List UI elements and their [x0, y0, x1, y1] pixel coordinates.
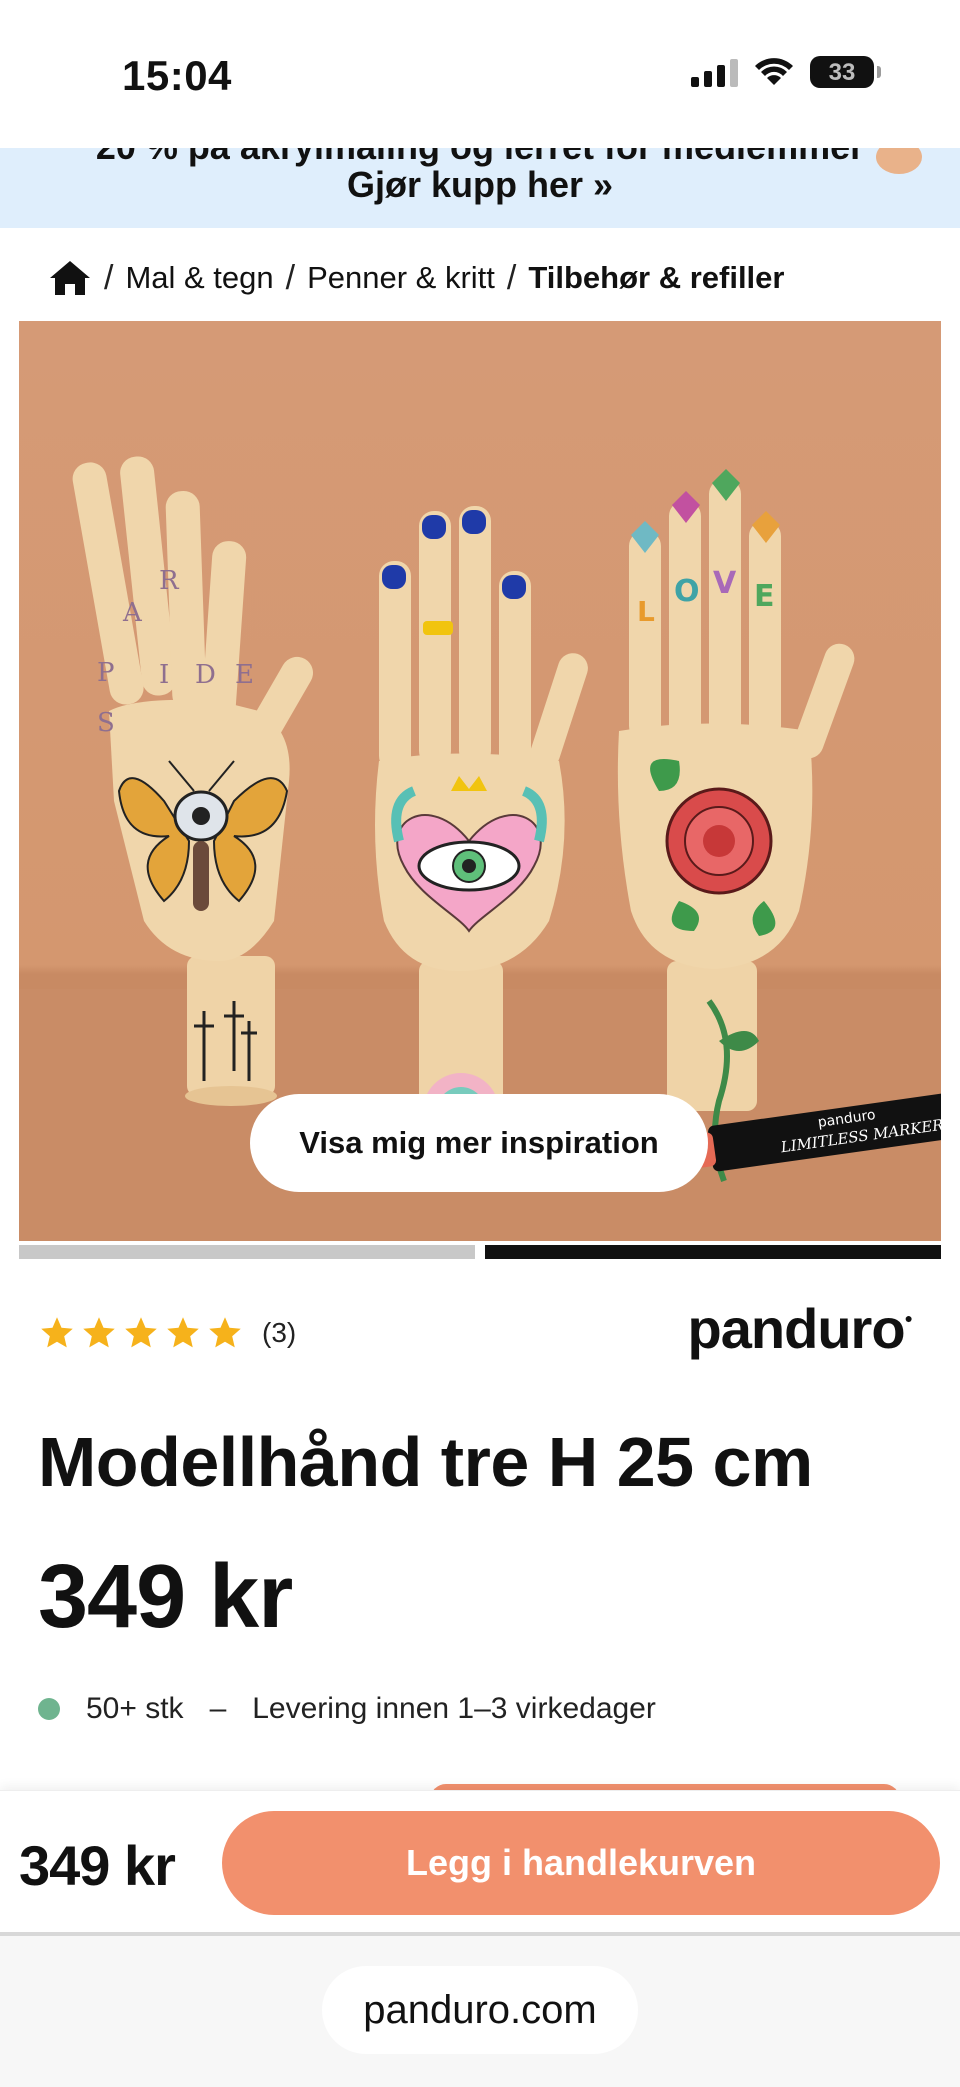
sticky-buy-bar: 349 kr Legg i handlekurven — [0, 1790, 960, 1932]
battery-icon: 33 — [810, 56, 881, 88]
finger-letter: E — [235, 660, 254, 690]
star-icon — [83, 1317, 115, 1348]
product-image[interactable]: P A R I D E S L O V E panduro LIMITLESS … — [19, 321, 941, 1241]
gallery-indicator-2-active[interactable] — [485, 1245, 941, 1259]
breadcrumb-current: Tilbehør & refiller — [528, 260, 785, 295]
finger-letter: O — [674, 574, 700, 609]
product-rating[interactable]: (3) — [38, 1315, 296, 1351]
show-inspiration-button[interactable]: Visa mig mer inspiration — [250, 1094, 708, 1192]
finger-letter: L — [637, 595, 655, 628]
battery-level: 33 — [828, 59, 856, 86]
breadcrumb-separator: / — [104, 258, 114, 297]
breadcrumb-separator: / — [285, 258, 296, 297]
product-title: Modellhånd tre H 25 cm — [38, 1423, 813, 1501]
finger-letter: S — [97, 708, 115, 738]
rating-count[interactable]: (3) — [262, 1317, 296, 1349]
brand-name: panduro — [687, 1297, 906, 1360]
status-indicators: 33 — [691, 56, 881, 88]
status-time: 15:04 — [122, 52, 232, 99]
sticky-price: 349 kr — [19, 1834, 176, 1897]
finger-letter: R — [159, 566, 180, 596]
breadcrumb-link-mal-tegn[interactable]: Mal & tegn — [125, 260, 273, 296]
breadcrumb-link-penner-kritt[interactable]: Penner & kritt — [307, 260, 495, 296]
brand-logo[interactable]: panduro● — [687, 1296, 914, 1361]
wifi-icon — [755, 58, 793, 85]
finger-letter: E — [754, 579, 775, 614]
browser-toolbar: panduro.com — [0, 1936, 960, 2087]
breadcrumb: / Mal & tegn / Penner & kritt / Tilbehør… — [48, 258, 784, 298]
add-to-cart-button[interactable]: Legg i handlekurven — [222, 1811, 940, 1915]
gallery-indicator-1[interactable] — [19, 1245, 475, 1259]
star-icon — [209, 1317, 241, 1348]
delivery-time: Levering innen 1–3 virkedager — [252, 1692, 656, 1725]
finger-letter: V — [713, 566, 737, 601]
finger-letter: A — [122, 598, 143, 628]
image-gallery-indicator[interactable] — [19, 1245, 941, 1259]
promo-link[interactable]: Gjør kupp her » — [0, 164, 960, 206]
star-icon — [167, 1317, 199, 1348]
breadcrumb-separator: / — [506, 258, 517, 297]
finger-letter: D — [195, 660, 216, 690]
stock-separator: – — [209, 1692, 227, 1725]
star-icon — [41, 1317, 73, 1348]
product-price: 349 kr — [38, 1547, 293, 1647]
status-bar: 15:04 33 — [0, 0, 960, 148]
stock-status: 50+ stk – Levering innen 1–3 virkedager — [38, 1692, 656, 1726]
home-icon[interactable] — [48, 258, 92, 298]
in-stock-dot-icon — [38, 1698, 60, 1720]
finger-letter: P — [97, 658, 115, 688]
address-bar[interactable]: panduro.com — [322, 1966, 638, 2054]
finger-letter: I — [159, 660, 169, 690]
promo-banner[interactable]: 20 % på akrylmaling og lerret for medlem… — [0, 148, 960, 228]
stock-quantity: 50+ stk — [86, 1692, 184, 1725]
cellular-signal-icon — [691, 57, 738, 87]
star-icon — [125, 1317, 157, 1348]
